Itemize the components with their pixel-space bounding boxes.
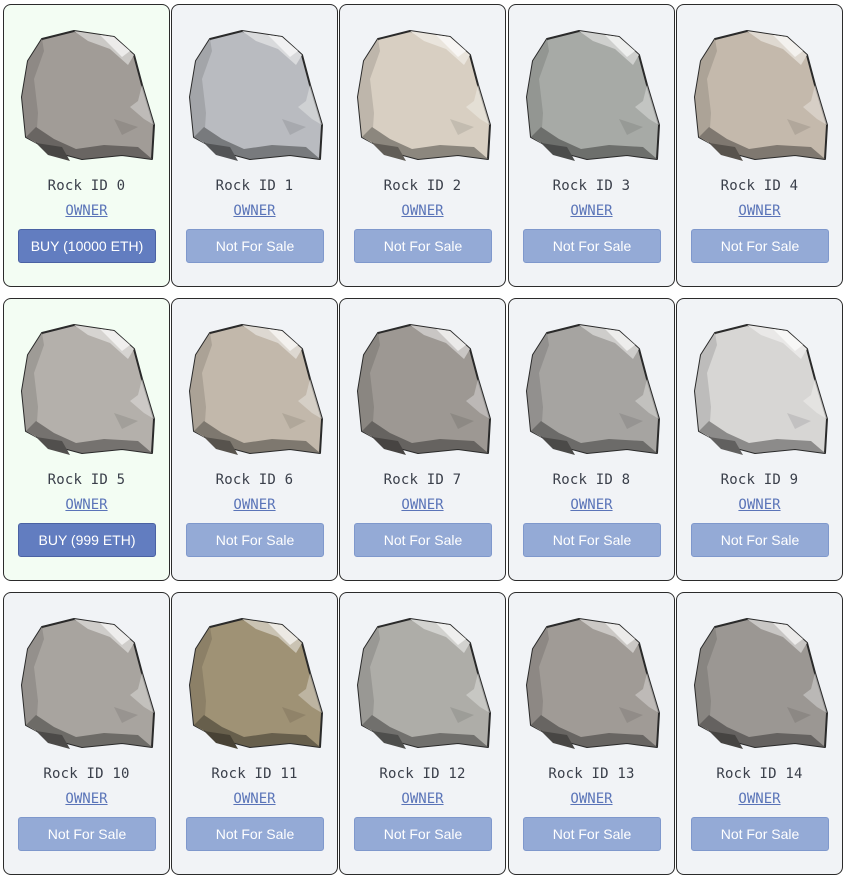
owner-link[interactable]: OWNER bbox=[677, 791, 842, 807]
rock-title: Rock ID 13 bbox=[548, 766, 635, 782]
rock-card: Rock ID 9 OWNER Not For Sale bbox=[676, 298, 843, 581]
rock-card: Rock ID 7 OWNER Not For Sale bbox=[339, 298, 506, 581]
rock-title: Rock ID 0 bbox=[47, 178, 126, 194]
not-for-sale-button[interactable]: Not For Sale bbox=[18, 817, 156, 851]
rock-title: Rock ID 14 bbox=[716, 766, 803, 782]
owner-link[interactable]: OWNER bbox=[4, 791, 169, 807]
rock-card: Rock ID 3 OWNER Not For Sale bbox=[508, 4, 675, 287]
owner-link[interactable]: OWNER bbox=[340, 203, 505, 219]
rock-icon bbox=[523, 27, 663, 167]
owner-link[interactable]: OWNER bbox=[509, 203, 674, 219]
rock-title: Rock ID 2 bbox=[383, 178, 462, 194]
rock-card: Rock ID 4 OWNER Not For Sale bbox=[676, 4, 843, 287]
rock-grid: Rock ID 0 OWNER BUY (10000 ETH) Rock ID 1 OW… bbox=[0, 0, 845, 879]
rock-card: Rock ID 6 OWNER Not For Sale bbox=[171, 298, 338, 581]
rock-icon bbox=[354, 27, 494, 167]
rock-icon bbox=[691, 27, 831, 167]
rock-card: Rock ID 13 OWNER Not For Sale bbox=[508, 592, 675, 875]
rock-card: Rock ID 12 OWNER Not For Sale bbox=[339, 592, 506, 875]
buy-button[interactable]: BUY (999 ETH) bbox=[18, 523, 156, 557]
rock-icon bbox=[354, 321, 494, 461]
rock-icon bbox=[523, 615, 663, 755]
rock-title: Rock ID 9 bbox=[720, 472, 799, 488]
rock-title: Rock ID 7 bbox=[383, 472, 462, 488]
rock-icon bbox=[18, 615, 158, 755]
owner-link[interactable]: OWNER bbox=[677, 497, 842, 513]
rock-title: Rock ID 6 bbox=[215, 472, 294, 488]
not-for-sale-button[interactable]: Not For Sale bbox=[354, 523, 492, 557]
not-for-sale-button[interactable]: Not For Sale bbox=[354, 229, 492, 263]
rock-card: Rock ID 8 OWNER Not For Sale bbox=[508, 298, 675, 581]
owner-link[interactable]: OWNER bbox=[172, 791, 337, 807]
rock-card: Rock ID 1 OWNER Not For Sale bbox=[171, 4, 338, 287]
rock-card: Rock ID 11 OWNER Not For Sale bbox=[171, 592, 338, 875]
rock-card: Rock ID 5 OWNER BUY (999 ETH) bbox=[3, 298, 170, 581]
not-for-sale-button[interactable]: Not For Sale bbox=[523, 817, 661, 851]
rock-card: Rock ID 14 OWNER Not For Sale bbox=[676, 592, 843, 875]
rock-icon bbox=[354, 615, 494, 755]
rock-icon bbox=[18, 321, 158, 461]
rock-icon bbox=[186, 321, 326, 461]
not-for-sale-button[interactable]: Not For Sale bbox=[691, 523, 829, 557]
rock-icon bbox=[691, 321, 831, 461]
rock-icon bbox=[18, 27, 158, 167]
rock-title: Rock ID 4 bbox=[720, 178, 799, 194]
owner-link[interactable]: OWNER bbox=[4, 497, 169, 513]
rock-title: Rock ID 5 bbox=[47, 472, 126, 488]
buy-button[interactable]: BUY (10000 ETH) bbox=[18, 229, 156, 263]
rock-card: Rock ID 2 OWNER Not For Sale bbox=[339, 4, 506, 287]
owner-link[interactable]: OWNER bbox=[509, 791, 674, 807]
rock-title: Rock ID 3 bbox=[552, 178, 631, 194]
rock-card: Rock ID 0 OWNER BUY (10000 ETH) bbox=[3, 4, 170, 287]
not-for-sale-button[interactable]: Not For Sale bbox=[186, 817, 324, 851]
not-for-sale-button[interactable]: Not For Sale bbox=[186, 229, 324, 263]
not-for-sale-button[interactable]: Not For Sale bbox=[523, 523, 661, 557]
not-for-sale-button[interactable]: Not For Sale bbox=[691, 817, 829, 851]
owner-link[interactable]: OWNER bbox=[340, 497, 505, 513]
owner-link[interactable]: OWNER bbox=[340, 791, 505, 807]
owner-link[interactable]: OWNER bbox=[4, 203, 169, 219]
not-for-sale-button[interactable]: Not For Sale bbox=[354, 817, 492, 851]
owner-link[interactable]: OWNER bbox=[172, 497, 337, 513]
rock-icon bbox=[691, 615, 831, 755]
rock-icon bbox=[523, 321, 663, 461]
owner-link[interactable]: OWNER bbox=[172, 203, 337, 219]
not-for-sale-button[interactable]: Not For Sale bbox=[186, 523, 324, 557]
rock-title: Rock ID 11 bbox=[211, 766, 298, 782]
rock-title: Rock ID 12 bbox=[379, 766, 466, 782]
owner-link[interactable]: OWNER bbox=[509, 497, 674, 513]
rock-icon bbox=[186, 615, 326, 755]
owner-link[interactable]: OWNER bbox=[677, 203, 842, 219]
rock-title: Rock ID 1 bbox=[215, 178, 294, 194]
not-for-sale-button[interactable]: Not For Sale bbox=[523, 229, 661, 263]
not-for-sale-button[interactable]: Not For Sale bbox=[691, 229, 829, 263]
rock-card: Rock ID 10 OWNER Not For Sale bbox=[3, 592, 170, 875]
rock-title: Rock ID 10 bbox=[43, 766, 130, 782]
rock-title: Rock ID 8 bbox=[552, 472, 631, 488]
rock-icon bbox=[186, 27, 326, 167]
